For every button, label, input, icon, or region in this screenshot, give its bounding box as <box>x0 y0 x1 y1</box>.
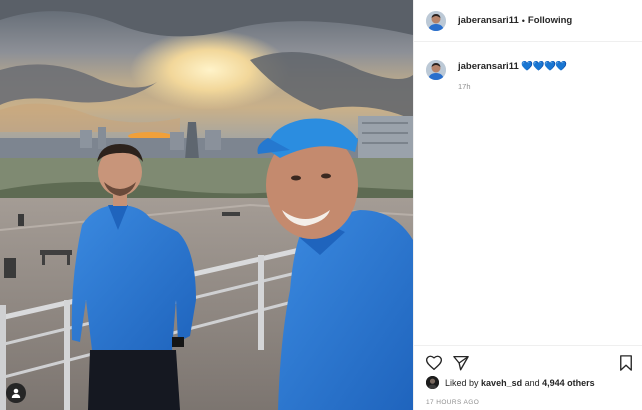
likes-prefix: Liked by <box>445 377 479 388</box>
profile-avatar-icon <box>426 10 446 31</box>
likes-others-count[interactable]: 4,944 others <box>542 378 595 388</box>
post-author-username[interactable]: jaberansari11 <box>458 15 519 26</box>
liker-avatar[interactable] <box>426 376 439 389</box>
likes-connector: and <box>524 377 540 388</box>
share-button[interactable] <box>452 354 470 372</box>
like-button[interactable] <box>425 354 443 372</box>
caption-avatar[interactable] <box>426 60 446 80</box>
header-separator: • <box>521 15 525 26</box>
profile-avatar-icon <box>426 60 446 80</box>
likes-summary: Liked by kaveh_sd and 4,944 others <box>426 376 595 389</box>
liker-username[interactable]: kaveh_sd <box>481 378 522 388</box>
following-button[interactable]: Following <box>528 15 572 26</box>
selfie-photo-image <box>0 0 413 410</box>
post-caption: jaberansari11 💙💙💙💙 17h <box>426 60 636 91</box>
profile-avatar-icon <box>426 376 439 389</box>
likes-text: Liked by kaveh_sd and 4,944 others <box>445 378 595 388</box>
bookmark-icon <box>620 355 632 371</box>
caption-username[interactable]: jaberansari11 <box>458 61 519 72</box>
avatar[interactable] <box>426 10 446 31</box>
post-sidebar: jaberansari11 • Following jaberansari11 … <box>413 0 642 410</box>
instagram-post: jaberansari11 • Following jaberansari11 … <box>0 0 642 410</box>
caption-body: jaberansari11 💙💙💙💙 17h <box>458 60 567 91</box>
caption-line: jaberansari11 💙💙💙💙 <box>458 60 567 74</box>
heart-outline-icon <box>425 355 443 371</box>
post-timestamp[interactable]: 17 HOURS AGO <box>426 399 479 406</box>
caption-time: 17h <box>458 82 471 91</box>
paper-plane-icon <box>453 355 469 371</box>
caption-hearts: 💙💙💙💙 <box>521 61 567 72</box>
save-button[interactable] <box>617 354 635 372</box>
post-photo[interactable] <box>0 0 413 410</box>
person-tag-icon <box>11 388 21 398</box>
post-header: jaberansari11 • Following <box>414 0 642 42</box>
tagged-people-button[interactable] <box>6 383 26 403</box>
